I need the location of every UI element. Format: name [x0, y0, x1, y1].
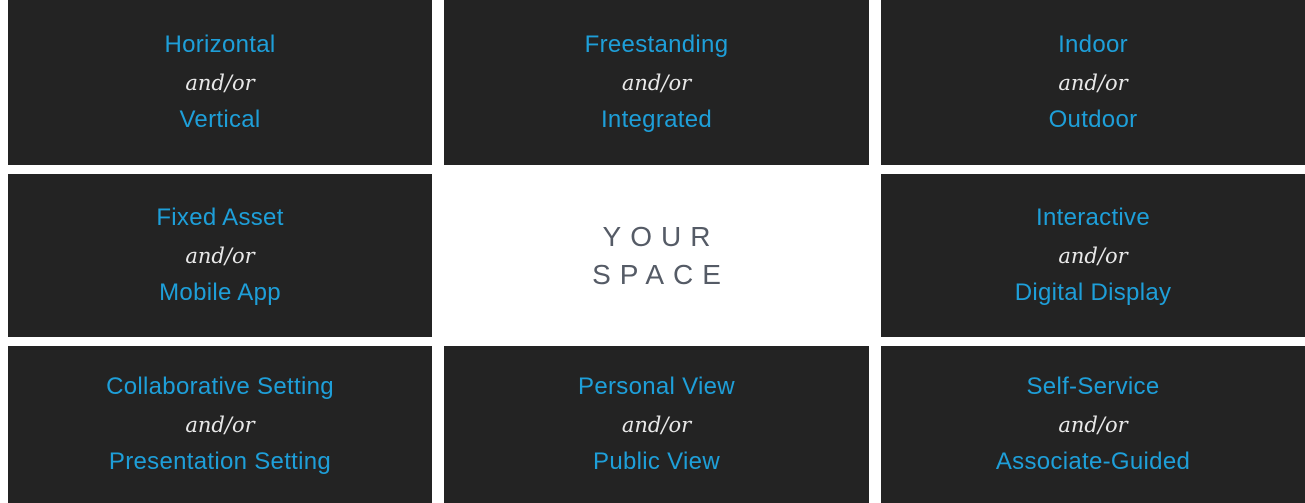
tile-connector: and/or: [185, 71, 255, 95]
tile-connector: and/or: [1058, 413, 1128, 437]
tile-option-b: Presentation Setting: [108, 448, 332, 475]
tile-option-b: Digital Display: [1014, 279, 1172, 306]
tile-indoor-outdoor: Indoor and/or Outdoor: [881, 0, 1305, 165]
tile-option-a: Horizontal: [164, 31, 276, 58]
tile-fixed-asset-mobile-app: Fixed Asset and/or Mobile App: [8, 174, 432, 337]
tile-self-service-associate-guided: Self-Service and/or Associate-Guided: [881, 346, 1305, 503]
tile-option-b: Public View: [593, 448, 720, 475]
tile-personal-public-view: Personal View and/or Public View: [444, 346, 869, 503]
tile-freestanding-integrated: Freestanding and/or Integrated: [444, 0, 869, 165]
tile-option-b: Associate-Guided: [995, 448, 1191, 475]
tile-connector: and/or: [185, 413, 255, 437]
tile-option-a: Fixed Asset: [156, 204, 284, 231]
tile-interactive-digital-display: Interactive and/or Digital Display: [881, 174, 1305, 337]
tile-option-a: Collaborative Setting: [106, 373, 334, 400]
options-grid: Horizontal and/or Vertical Freestanding …: [0, 0, 1305, 503]
tile-option-b: Vertical: [179, 106, 261, 133]
your-space-center: YOUR SPACE: [444, 174, 869, 337]
tile-horizontal-vertical: Horizontal and/or Vertical: [8, 0, 432, 165]
tile-connector: and/or: [621, 413, 692, 437]
tile-option-a: Interactive: [1035, 204, 1151, 231]
tile-option-b: Integrated: [600, 106, 713, 133]
tile-option-b: Mobile App: [159, 279, 281, 306]
tile-option-b: Outdoor: [1048, 106, 1138, 133]
center-line-2: SPACE: [592, 258, 730, 290]
tile-connector: and/or: [185, 244, 255, 268]
tile-option-a: Freestanding: [584, 31, 729, 58]
tile-option-a: Personal View: [578, 373, 735, 400]
tile-collaborative-presentation: Collaborative Setting and/or Presentatio…: [8, 346, 432, 503]
tile-connector: and/or: [1058, 71, 1128, 95]
tile-option-a: Indoor: [1058, 31, 1128, 58]
tile-connector: and/or: [1058, 244, 1128, 268]
tile-connector: and/or: [621, 71, 692, 95]
tile-option-a: Self-Service: [1026, 373, 1160, 400]
center-line-1: YOUR: [602, 220, 720, 252]
